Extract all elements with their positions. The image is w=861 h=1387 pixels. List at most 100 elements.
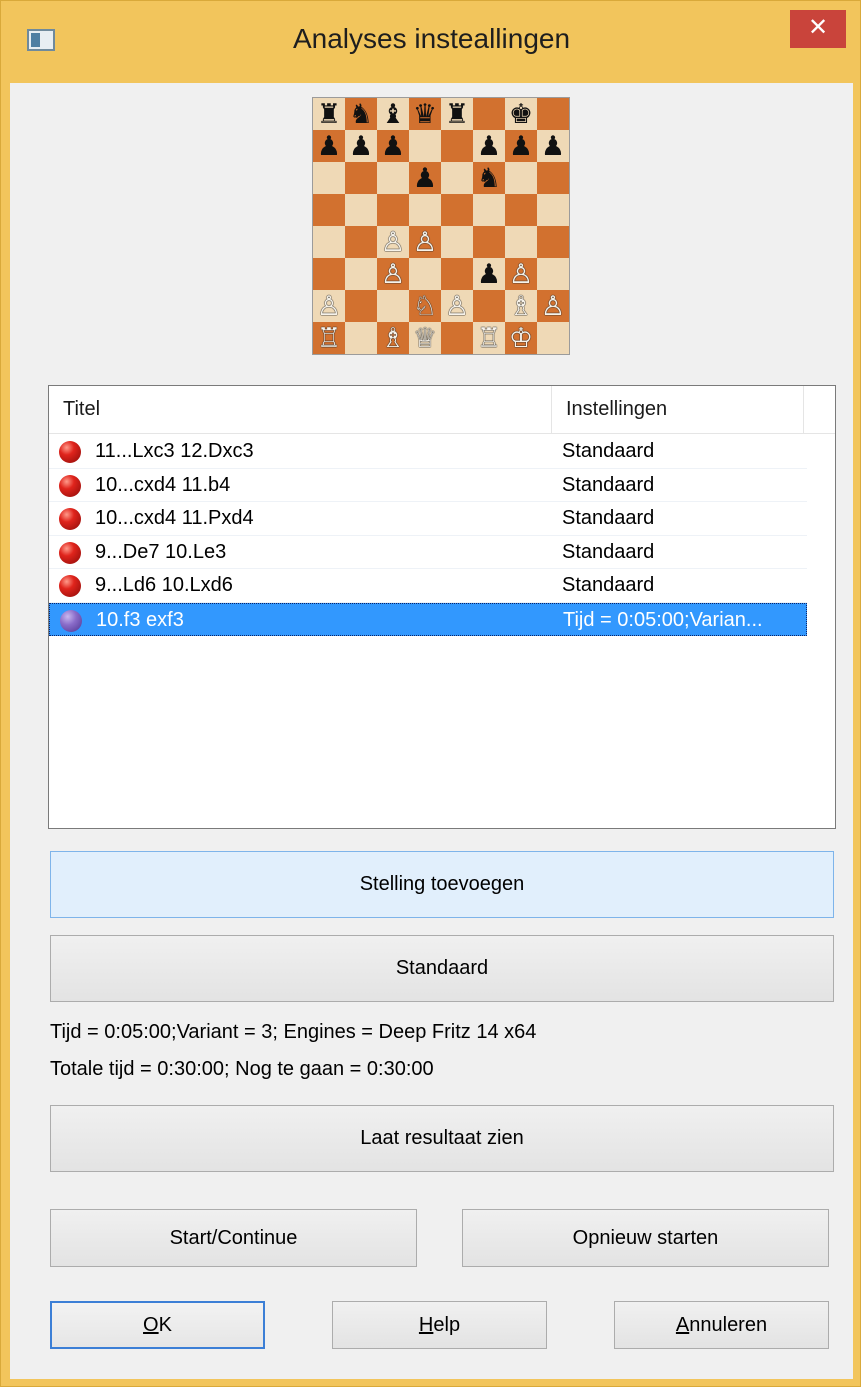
list-row[interactable]: 9...De7 10.Le3 Standaard	[49, 536, 807, 569]
dialog-client-area: ♜ ♞ ♝ ♛ ♜ ♚ ♟ ♟ ♟ ♟ ♟ ♟ ♟ ♞ ♙ ♙ ♙ ♟ ♙ ♙ ♘ ♙ ♗ ♙ ♖ ♗ ♕ ♖ ♔ Titel Inst…	[10, 83, 853, 1379]
square-f1: ♖	[473, 322, 505, 354]
square-a7: ♟	[313, 130, 345, 162]
chess-piece: ♚	[508, 98, 534, 129]
row-settings: Standaard	[562, 574, 655, 596]
row-title: 9...De7 10.Le3	[95, 540, 227, 563]
square-a5	[313, 194, 345, 226]
square-b8: ♞	[345, 98, 377, 130]
square-f5	[473, 194, 505, 226]
list-row[interactable]: 9...Ld6 10.Lxd6 Standaard	[49, 569, 807, 603]
window-title: Analyses insteallingen	[292, 23, 571, 54]
square-h6	[537, 162, 569, 194]
chess-piece: ♙	[412, 226, 438, 257]
ok-button[interactable]: OK	[50, 1301, 265, 1349]
square-f7: ♟	[473, 130, 505, 162]
square-h4	[537, 226, 569, 258]
red-ball-icon	[59, 441, 81, 463]
chess-piece: ♔	[508, 322, 534, 353]
chess-piece: ♟	[508, 130, 534, 161]
square-d5	[409, 194, 441, 226]
square-d8: ♛	[409, 98, 441, 130]
square-d2: ♘	[409, 290, 441, 322]
close-button[interactable]: ✕	[790, 10, 846, 48]
square-a1: ♖	[313, 322, 345, 354]
square-b2	[345, 290, 377, 322]
time-info-text: Totale tijd = 0:30:00; Nog te gaan = 0:3…	[50, 1058, 434, 1080]
column-header-title[interactable]: Titel	[49, 386, 552, 433]
square-a3	[313, 258, 345, 290]
list-row[interactable]: 11...Lxc3 12.Dxc3 Standaard	[49, 435, 807, 469]
square-f4	[473, 226, 505, 258]
red-ball-icon	[59, 508, 81, 530]
square-b5	[345, 194, 377, 226]
chess-piece: ♙	[316, 290, 342, 321]
settings-info-text: Tijd = 0:05:00;Variant = 3; Engines = De…	[50, 1021, 537, 1043]
row-title: 11...Lxc3 12.Dxc3	[95, 440, 254, 462]
restart-button[interactable]: Opnieuw starten	[462, 1209, 829, 1267]
column-header-settings[interactable]: Instellingen	[552, 386, 804, 433]
square-c1: ♗	[377, 322, 409, 354]
chess-piece: ♗	[508, 290, 534, 321]
square-b6	[345, 162, 377, 194]
square-g5	[505, 194, 537, 226]
square-f6: ♞	[473, 162, 505, 194]
square-c7: ♟	[377, 130, 409, 162]
square-c4: ♙	[377, 226, 409, 258]
square-g3: ♙	[505, 258, 537, 290]
help-button[interactable]: Help	[332, 1301, 547, 1349]
chess-piece: ♞	[348, 98, 374, 129]
square-f2	[473, 290, 505, 322]
chess-piece: ♙	[444, 290, 470, 321]
square-a8: ♜	[313, 98, 345, 130]
chess-piece: ♜	[316, 98, 342, 129]
help-accelerator: H	[418, 1314, 434, 1336]
standard-button[interactable]: Standaard	[50, 935, 834, 1002]
row-settings: Standaard	[562, 440, 655, 462]
square-a4	[313, 226, 345, 258]
red-ball-icon	[59, 474, 81, 497]
red-ball-icon	[59, 541, 81, 564]
square-e1	[441, 322, 473, 354]
title-bar[interactable]: Analyses insteallingen ✕	[1, 1, 861, 83]
row-settings: Standaard	[562, 507, 655, 529]
chess-piece: ♝	[380, 98, 406, 129]
square-g2: ♗	[505, 290, 537, 322]
add-position-button[interactable]: Stelling toevoegen	[50, 851, 834, 918]
square-b1	[345, 322, 377, 354]
square-h1	[537, 322, 569, 354]
chess-piece: ♟	[476, 258, 502, 289]
cancel-accelerator: A	[675, 1314, 690, 1336]
red-ball-icon	[59, 575, 81, 597]
list-row[interactable]: 10...cxd4 11.Pxd4 Standaard	[49, 502, 807, 536]
square-d3	[409, 258, 441, 290]
chess-piece: ♞	[476, 162, 502, 193]
square-f3: ♟	[473, 258, 505, 290]
chess-piece: ♖	[316, 322, 342, 353]
cancel-button[interactable]: Annuleren	[614, 1301, 829, 1349]
square-h3	[537, 258, 569, 290]
square-d6: ♟	[409, 162, 441, 194]
chess-piece: ♟	[476, 130, 502, 161]
chess-piece: ♙	[540, 290, 566, 321]
show-result-button[interactable]: Laat resultaat zien	[50, 1105, 834, 1172]
chess-piece: ♕	[412, 322, 438, 353]
square-g1: ♔	[505, 322, 537, 354]
start-continue-button[interactable]: Start/Continue	[50, 1209, 417, 1267]
square-g7: ♟	[505, 130, 537, 162]
list-row[interactable]: 10.f3 exf3 Tijd = 0:05:00;Varian...	[49, 602, 807, 636]
chess-piece: ♟	[540, 130, 566, 161]
square-h8	[537, 98, 569, 130]
square-g8: ♚	[505, 98, 537, 130]
list-row[interactable]: 10...cxd4 11.b4 Standaard	[49, 469, 807, 502]
row-title: 10.f3 exf3	[96, 608, 184, 631]
positions-list[interactable]: Titel Instellingen 11...Lxc3 12.Dxc3 Stan…	[48, 385, 836, 829]
square-c2	[377, 290, 409, 322]
chess-piece: ♟	[348, 130, 374, 161]
chess-piece: ♟	[380, 130, 406, 161]
chess-piece: ♜	[444, 98, 470, 129]
chess-piece: ♛	[412, 98, 438, 129]
row-title: 10...cxd4 11.Pxd4	[95, 507, 254, 529]
square-f8	[473, 98, 505, 130]
help-label: elp	[433, 1314, 461, 1336]
square-c6	[377, 162, 409, 194]
